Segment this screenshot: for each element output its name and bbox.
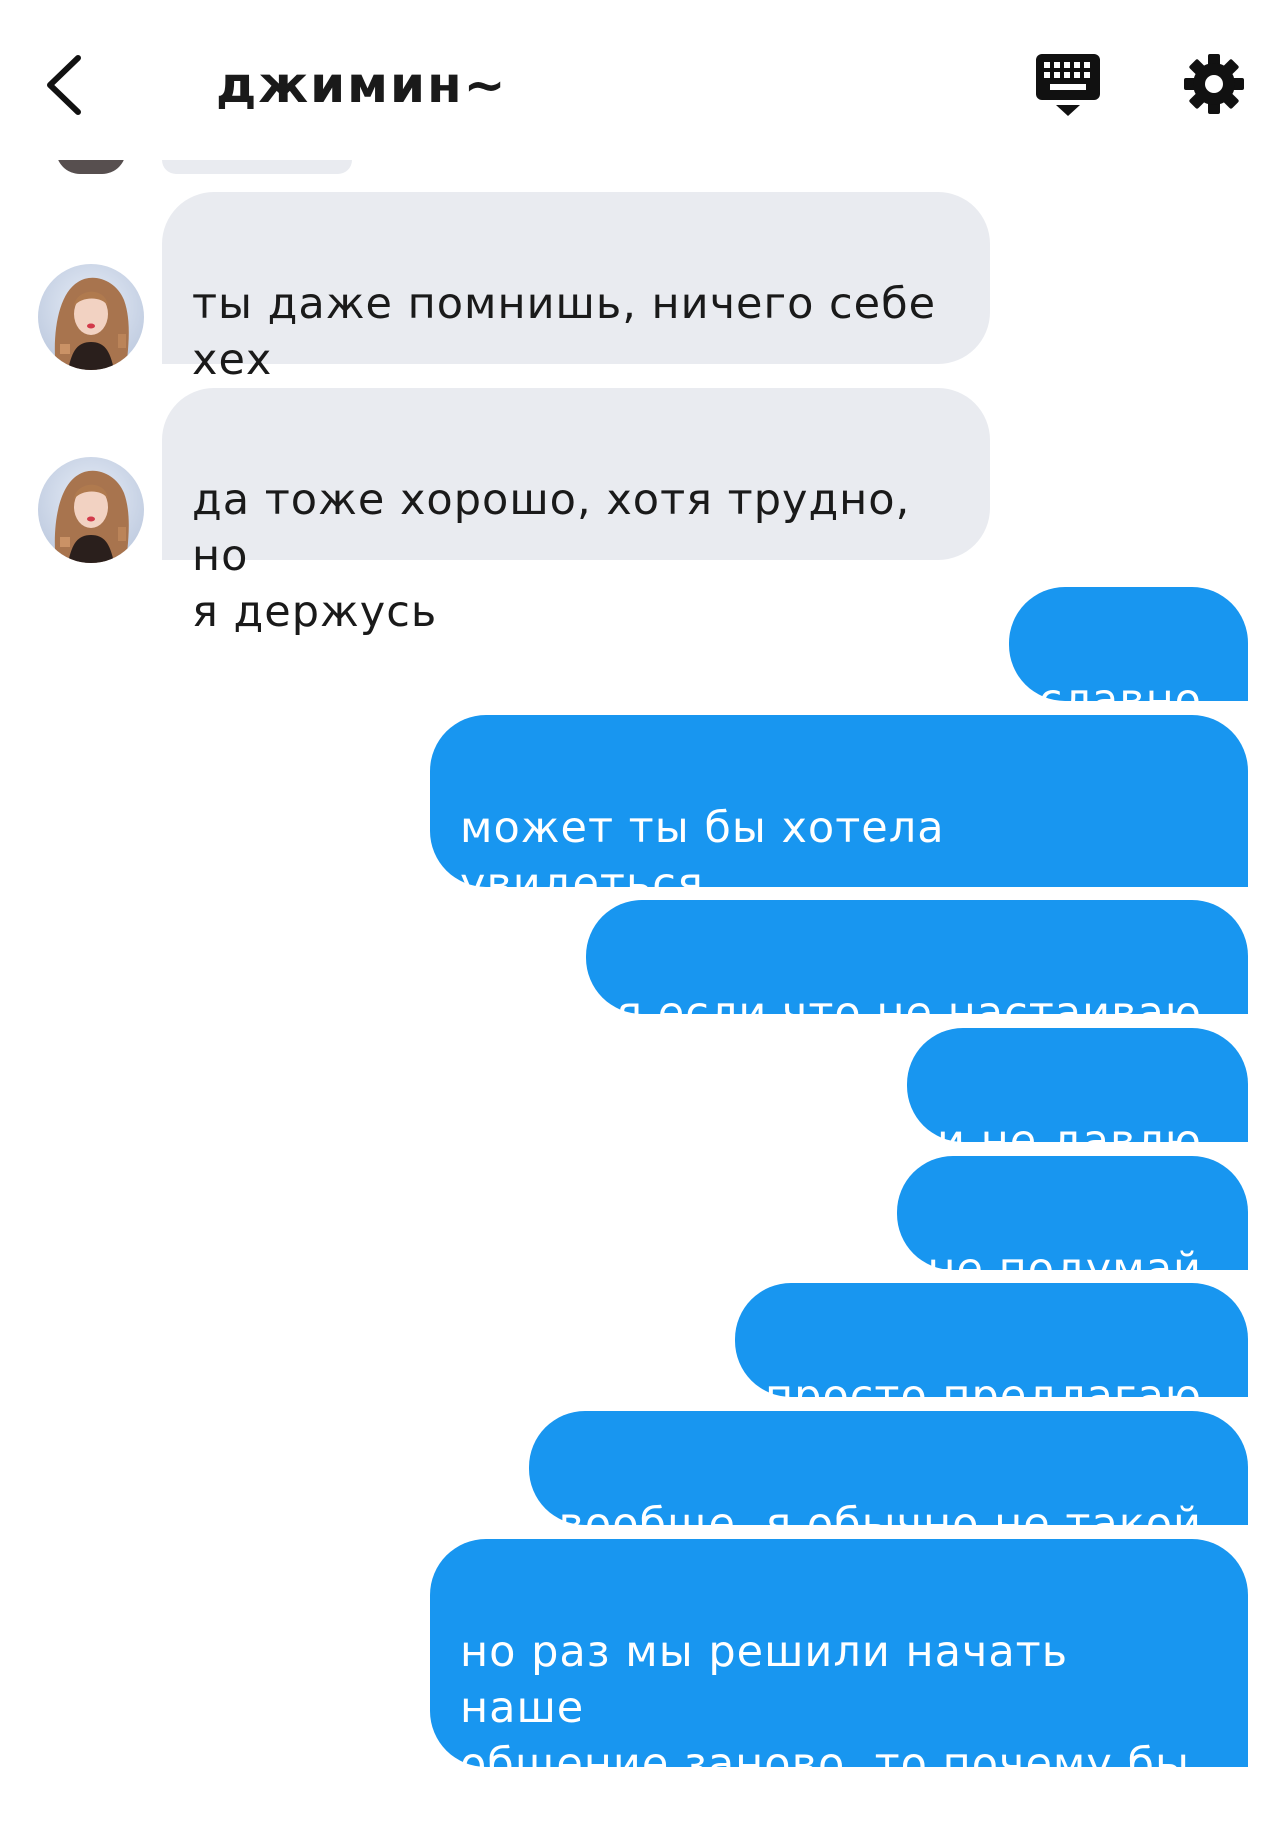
- contact-avatar[interactable]: [38, 264, 144, 370]
- outgoing-message[interactable]: но раз мы решили начать наше общение зан…: [430, 1539, 1248, 1845]
- keyboard-icon: [1036, 54, 1100, 116]
- chat-header: джимин~: [0, 0, 1284, 160]
- outgoing-message[interactable]: я если что не настаиваю: [586, 900, 1248, 1038]
- keyboard-toggle-button[interactable]: [1034, 52, 1102, 118]
- message-text: ты даже помнишь, ничего себе хех: [192, 279, 937, 385]
- incoming-message[interactable]: да тоже хорошо, хотя трудно, но я держус…: [162, 388, 990, 637]
- gear-icon: [1184, 54, 1244, 114]
- chat-title: джимин~: [216, 56, 508, 114]
- message-bubble-partial: [162, 160, 352, 174]
- settings-button[interactable]: [1182, 52, 1246, 116]
- chat-thread[interactable]: ты даже помнишь, ничего себе хех да тоже…: [0, 0, 1284, 1845]
- outgoing-message[interactable]: не подумай: [897, 1156, 1248, 1294]
- outgoing-message[interactable]: славно: [1008, 587, 1248, 725]
- outgoing-message[interactable]: вообще, я обычно не такой: [528, 1411, 1248, 1549]
- outgoing-message[interactable]: и не давлю: [907, 1028, 1248, 1166]
- back-button[interactable]: [40, 50, 90, 120]
- message-text: но раз мы решили начать наше общение зан…: [460, 1627, 1190, 1845]
- incoming-message[interactable]: ты даже помнишь, ничего себе хех: [162, 192, 990, 385]
- outgoing-message[interactable]: просто предлагаю: [735, 1283, 1248, 1421]
- chevron-left-icon: [47, 55, 81, 115]
- contact-avatar[interactable]: [38, 457, 144, 563]
- message-text: да тоже хорошо, хотя трудно, но я держус…: [192, 475, 911, 637]
- outgoing-message[interactable]: может ты бы хотела увидеться сегодня тож…: [430, 715, 1248, 965]
